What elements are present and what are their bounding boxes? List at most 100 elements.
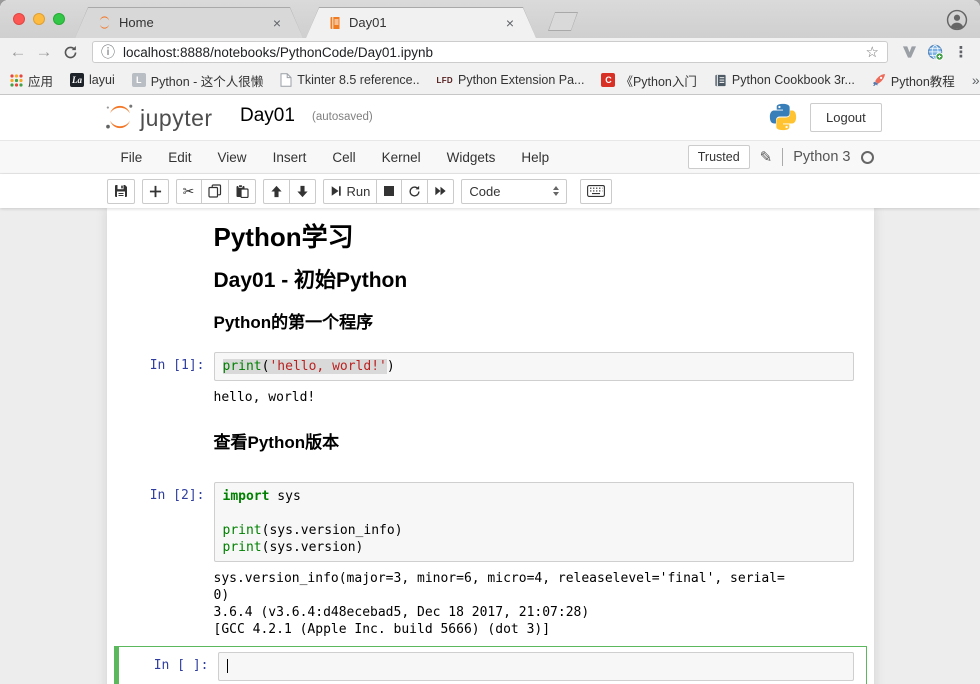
input-prompt-2: In [2]: — [107, 482, 214, 562]
menu-help[interactable]: Help — [508, 150, 562, 165]
notebook-title[interactable]: Day01 — [240, 105, 295, 127]
bookmark-layui[interactable]: La layui — [70, 73, 115, 87]
python-logo-icon — [768, 102, 798, 132]
markdown-cell-version[interactable]: 查看Python版本 — [107, 432, 874, 454]
letter-c-icon: C — [601, 73, 615, 87]
rocket-icon — [872, 73, 886, 87]
menu-cell[interactable]: Cell — [319, 150, 368, 165]
code-cell-3-selected[interactable]: In [ ]: — [114, 646, 867, 684]
layui-icon: La — [70, 73, 84, 87]
markdown-cell-day01[interactable]: Day01 - 初始Python — [107, 268, 874, 294]
lfd-text-icon: LFD — [437, 76, 453, 85]
move-cell-down-button[interactable] — [289, 179, 316, 204]
restart-kernel-button[interactable] — [401, 179, 428, 204]
interrupt-kernel-button[interactable] — [376, 179, 402, 204]
apps-grid-icon — [10, 74, 23, 87]
menu-file[interactable]: File — [107, 150, 156, 165]
address-bar[interactable]: ⓘ localhost:8888/notebooks/PythonCode/Da… — [92, 41, 888, 63]
paste-cell-button[interactable] — [228, 179, 256, 204]
tab-title: Home — [119, 15, 266, 30]
cell-type-select[interactable]: Code — [461, 179, 567, 204]
extension-v-icon[interactable] — [898, 41, 920, 63]
cell-type-value: Code — [469, 184, 500, 199]
notebook-container: Python学习 Day01 - 初始Python Python的第一个程序 I… — [107, 208, 874, 684]
close-tab-icon[interactable]: × — [506, 16, 514, 30]
jupyter-logo-text: jupyter — [140, 107, 213, 132]
edit-pencil-icon: ✎ — [760, 148, 773, 166]
close-tab-icon[interactable]: × — [273, 16, 281, 30]
cut-cell-button[interactable]: ✂ — [176, 179, 202, 204]
autosave-status: (autosaved) — [312, 111, 373, 123]
new-tab-button[interactable] — [548, 12, 578, 31]
bookmarks-overflow-icon[interactable]: » — [972, 72, 980, 88]
cell-output-1: hello, world! — [214, 389, 854, 406]
bookmark-python-blog[interactable]: L Python - 这个人很懒 — [132, 71, 264, 90]
text-cursor — [227, 659, 229, 673]
browser-toolbar: ← → ⓘ localhost:8888/notebooks/PythonCod… — [0, 38, 980, 66]
run-label: Run — [347, 184, 371, 199]
command-palette-button[interactable] — [580, 179, 612, 204]
back-button[interactable]: ← — [6, 40, 30, 64]
select-caret-icon — [553, 186, 559, 196]
copy-cell-button[interactable] — [201, 179, 229, 204]
menu-widgets[interactable]: Widgets — [434, 150, 509, 165]
code-input-2[interactable]: import sys print(sys.version_info) print… — [214, 482, 854, 562]
trusted-badge[interactable]: Trusted — [688, 145, 750, 169]
input-prompt-1: In [1]: — [107, 352, 214, 381]
input-prompt-3: In [ ]: — [119, 652, 218, 681]
markdown-cell-title[interactable]: Python学习 — [107, 222, 874, 252]
zoom-window-button[interactable] — [53, 13, 65, 25]
bookmark-python-intro[interactable]: C 《Python入门 — [601, 71, 696, 90]
menu-insert[interactable]: Insert — [260, 150, 320, 165]
tab-day01[interactable]: Day01 × — [306, 7, 536, 38]
restart-run-all-button[interactable] — [427, 179, 454, 204]
code-cell-1[interactable]: In [1]: print('hello, world!') — [107, 346, 874, 381]
letter-l-icon: L — [132, 73, 146, 87]
move-cell-up-button[interactable] — [263, 179, 290, 204]
globe-extension-icon[interactable] — [924, 41, 946, 63]
fast-forward-icon — [434, 185, 447, 197]
logout-button[interactable]: Logout — [810, 103, 882, 132]
close-window-button[interactable] — [13, 13, 25, 25]
notebook-favicon-icon — [328, 16, 342, 30]
kernel-name: Python 3 — [793, 149, 850, 165]
run-cell-button[interactable]: Run — [323, 179, 378, 204]
menu-edit[interactable]: Edit — [155, 150, 204, 165]
bookmark-cookbook[interactable]: Python Cookbook 3r... — [714, 73, 855, 87]
cell-output-2: sys.version_info(major=3, minor=6, micro… — [214, 570, 854, 638]
tab-home[interactable]: Home × — [75, 7, 303, 38]
menu-view[interactable]: View — [205, 150, 260, 165]
markdown-cell-first-program[interactable]: Python的第一个程序 — [107, 312, 874, 334]
reload-button[interactable] — [58, 40, 82, 64]
heading-python-study: Python学习 — [214, 222, 854, 252]
notebook-area: Python学习 Day01 - 初始Python Python的第一个程序 I… — [0, 208, 980, 684]
jupyter-logo[interactable]: jupyter — [104, 102, 213, 132]
code-input-1[interactable]: print('hello, world!') — [214, 352, 854, 381]
tab-title: Day01 — [349, 15, 499, 30]
bookmark-tkinter[interactable]: Tkinter 8.5 reference.. — [280, 73, 419, 87]
page-info-icon[interactable]: ⓘ — [101, 42, 115, 62]
code-input-3[interactable] — [218, 652, 854, 681]
profile-icon[interactable] — [946, 9, 968, 31]
minimize-window-button[interactable] — [33, 13, 45, 25]
output-area-1: hello, world! — [107, 381, 874, 414]
output-area-2: sys.version_info(major=3, minor=6, micro… — [107, 562, 874, 646]
save-button[interactable] — [107, 179, 135, 204]
url-text[interactable]: localhost:8888/notebooks/PythonCode/Day0… — [123, 45, 858, 60]
window-titlebar: Home × Day01 × — [0, 0, 980, 38]
jupyter-header: jupyter Day01 (autosaved) Logout — [0, 95, 980, 140]
jupyter-favicon-icon — [97, 15, 112, 30]
forward-button[interactable]: → — [32, 40, 56, 64]
bookmark-apps[interactable]: 应用 — [10, 71, 53, 90]
add-cell-button[interactable] — [142, 179, 169, 204]
stop-icon — [384, 186, 394, 196]
bookmark-star-icon[interactable]: ☆ — [866, 43, 879, 61]
bookmark-python-tutorial[interactable]: Python教程 — [872, 71, 955, 90]
code-cell-2[interactable]: In [2]: import sys print(sys.version_inf… — [107, 476, 874, 562]
menu-kernel[interactable]: Kernel — [369, 150, 434, 165]
book-icon — [714, 74, 727, 87]
bookmark-python-extension[interactable]: LFD Python Extension Pa... — [437, 73, 585, 87]
browser-menu-icon[interactable]: ⋮ — [950, 41, 972, 63]
document-icon — [280, 73, 292, 87]
heading-day01: Day01 - 初始Python — [214, 268, 854, 294]
